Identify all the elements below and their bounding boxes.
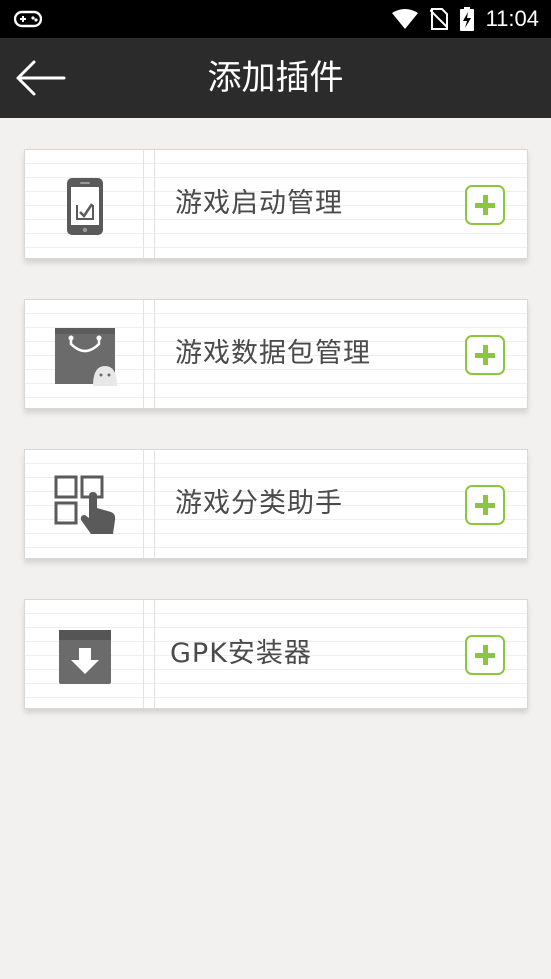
plugin-card-launch-manager[interactable]: 游戏启动管理 — [24, 149, 528, 259]
card-divider — [143, 150, 155, 258]
add-plugin-button[interactable] — [465, 335, 505, 375]
battery-charging-icon — [459, 7, 474, 31]
card-divider — [143, 300, 155, 408]
status-time: 11:04 — [485, 6, 539, 31]
wifi-icon — [391, 9, 418, 29]
grid-hand-icon — [54, 475, 116, 534]
plugin-card-category-assistant[interactable]: 游戏分类助手 — [24, 449, 528, 559]
no-sim-icon — [429, 8, 448, 30]
archive-download-icon — [59, 630, 111, 684]
add-plugin-button[interactable] — [465, 185, 505, 225]
plugin-label: GPK安装器 — [170, 638, 312, 669]
gamepad-icon — [14, 10, 42, 28]
plugin-list: 游戏启动管理 游戏数据包管理 游戏分类助手 GPK安装器 — [24, 149, 528, 749]
status-bar: 11:04 — [0, 0, 551, 38]
add-plugin-button[interactable] — [465, 635, 505, 675]
plugin-label: 游戏分类助手 — [175, 488, 343, 519]
plugin-label: 游戏启动管理 — [175, 188, 343, 219]
card-divider — [143, 450, 155, 558]
page-title: 添加插件 — [207, 58, 344, 98]
phone-check-icon — [67, 178, 103, 235]
plugin-label: 游戏数据包管理 — [175, 338, 371, 369]
card-divider — [143, 600, 155, 708]
shopping-bag-android-icon — [55, 328, 117, 386]
app-header: 添加插件 — [0, 38, 551, 118]
plugin-card-data-package-manager[interactable]: 游戏数据包管理 — [24, 299, 528, 409]
back-arrow-icon[interactable] — [10, 58, 70, 98]
plugin-card-gpk-installer[interactable]: GPK安装器 — [24, 599, 528, 709]
add-plugin-button[interactable] — [465, 485, 505, 525]
